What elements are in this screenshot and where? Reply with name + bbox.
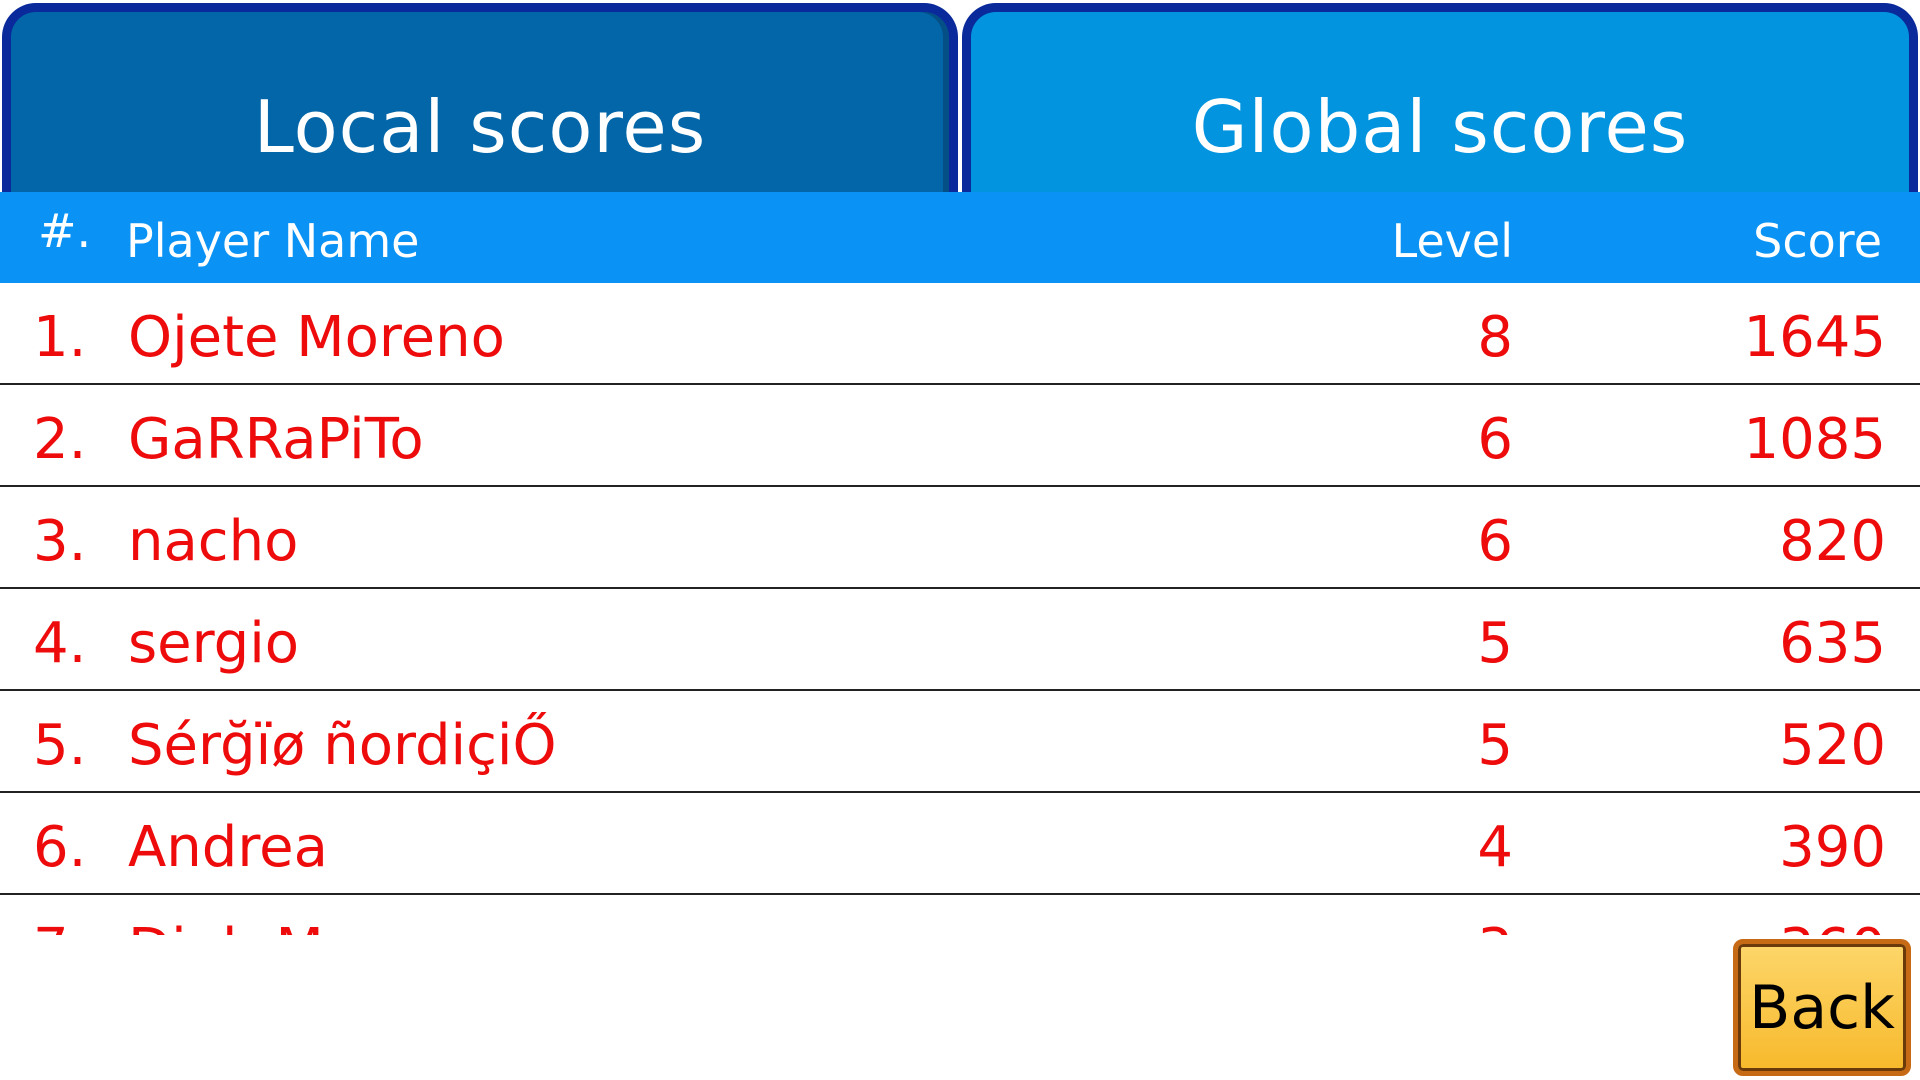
scores-table-header: #. Player Name Level Score xyxy=(0,192,1920,283)
tab-global-scores[interactable]: Global scores xyxy=(962,3,1918,203)
tab-local-scores[interactable]: Local scores xyxy=(2,3,958,203)
row-player-name: GaRRaPiTo xyxy=(128,407,424,472)
table-row: 2. GaRRaPiTo 6 1085 xyxy=(0,385,1920,487)
row-rank: 1. xyxy=(33,305,87,370)
row-player-name: Sérğïø ñordiçiŐ xyxy=(128,713,557,778)
table-row: 4. sergio 5 635 xyxy=(0,589,1920,691)
table-row: 1. Ojete Moreno 8 1645 xyxy=(0,283,1920,385)
high-scores-screen: Local scores Global scores #. Player Nam… xyxy=(0,0,1920,1080)
header-level: Level xyxy=(1391,214,1513,268)
row-score: 635 xyxy=(1779,611,1886,676)
header-rank: #. xyxy=(38,204,92,258)
row-player-name: Andrea xyxy=(128,815,328,880)
table-row: 5. Sérğïø ñordiçiŐ 5 520 xyxy=(0,691,1920,793)
table-row: 6. Andrea 4 390 xyxy=(0,793,1920,895)
table-row: 3. nacho 6 820 xyxy=(0,487,1920,589)
row-level: 8 xyxy=(1477,305,1513,370)
table-row: 7. Dinh M 3 360 xyxy=(0,895,1920,935)
back-button-label: Back xyxy=(1749,972,1895,1043)
row-player-name: nacho xyxy=(128,509,299,574)
row-rank: 3. xyxy=(33,509,87,574)
row-rank: 2. xyxy=(33,407,87,472)
tab-global-scores-label: Global scores xyxy=(1191,85,1689,169)
row-level: 5 xyxy=(1477,713,1513,778)
row-rank: 7. xyxy=(33,917,86,935)
row-score: 520 xyxy=(1779,713,1886,778)
header-player-name: Player Name xyxy=(126,214,420,268)
scores-list[interactable]: 1. Ojete Moreno 8 1645 2. GaRRaPiTo 6 10… xyxy=(0,283,1920,935)
tab-local-scores-label: Local scores xyxy=(253,85,707,169)
row-score: 820 xyxy=(1779,509,1886,574)
row-level: 6 xyxy=(1477,407,1513,472)
row-score: 1645 xyxy=(1743,305,1886,370)
row-rank: 4. xyxy=(33,611,87,676)
row-score: 390 xyxy=(1779,815,1886,880)
row-score: 1085 xyxy=(1743,407,1886,472)
header-score: Score xyxy=(1753,214,1882,268)
row-player-name: Ojete Moreno xyxy=(128,305,505,370)
row-level: 5 xyxy=(1477,611,1513,676)
row-level: 6 xyxy=(1477,509,1513,574)
row-level: 4 xyxy=(1477,815,1513,880)
row-rank: 6. xyxy=(33,815,87,880)
row-player-name: sergio xyxy=(128,611,300,676)
row-score: 360 xyxy=(1779,917,1886,935)
row-player-name: Dinh M xyxy=(128,917,324,935)
row-level: 3 xyxy=(1477,917,1513,935)
back-button[interactable]: Back xyxy=(1733,939,1911,1076)
row-rank: 5. xyxy=(33,713,87,778)
